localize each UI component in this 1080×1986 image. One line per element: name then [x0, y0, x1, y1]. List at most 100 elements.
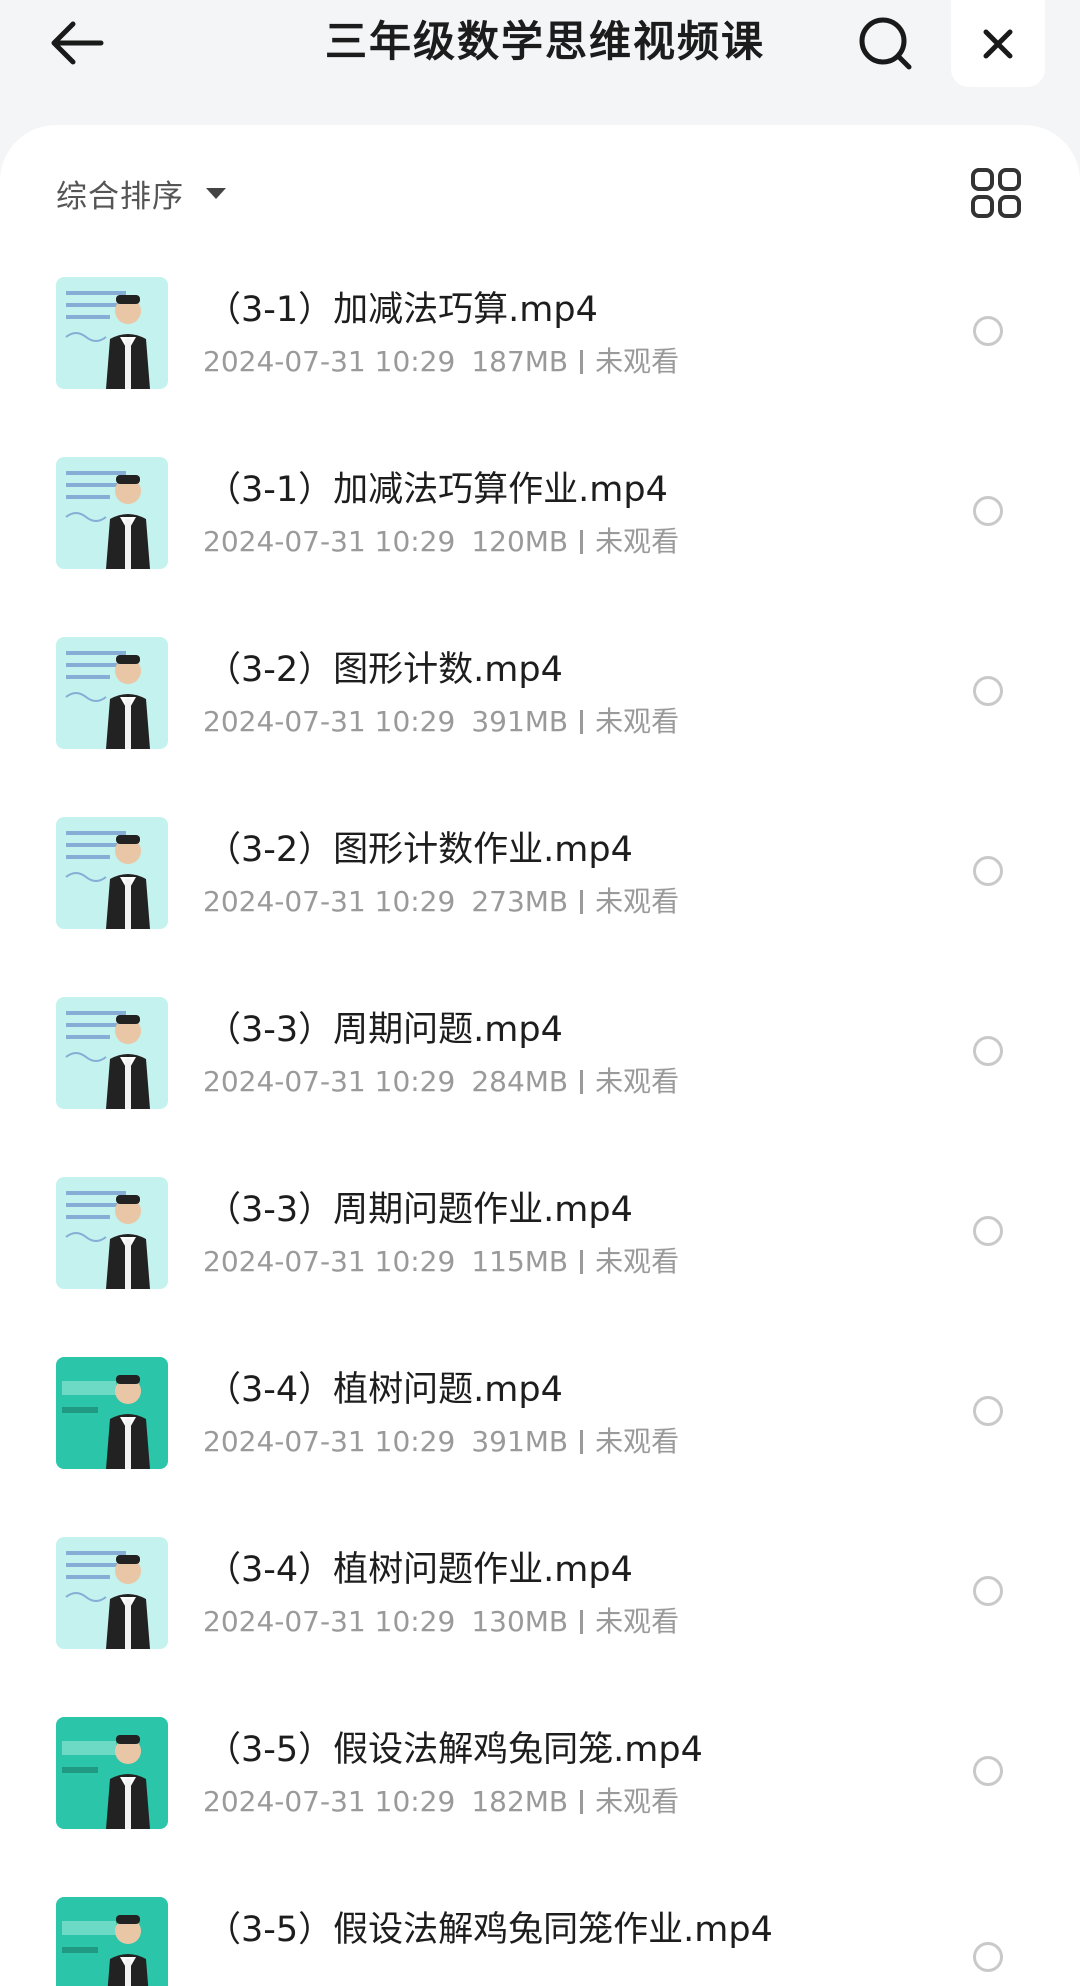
file-date: 2024-07-31 10:29	[203, 345, 456, 378]
video-thumbnail	[56, 1177, 168, 1289]
file-row[interactable]: （3-1）加减法巧算.mp4 2024-07-31 10:29 187MB 未观看	[0, 270, 1080, 450]
file-size: 120MB	[471, 525, 569, 558]
select-radio[interactable]	[973, 1216, 1003, 1246]
page-title: 三年级数学思维视频课	[324, 17, 765, 66]
file-list-card: 综合排序 （3-1）加减法巧算.mp4 2024-07-31 10:29 187MB…	[0, 125, 1080, 1986]
video-thumbnail	[56, 457, 168, 569]
watch-status: 未观看	[595, 525, 680, 558]
file-title: （3-2）图形计数.mp4	[206, 650, 563, 690]
caret-down-icon	[206, 187, 226, 199]
file-title: （3-3）周期问题.mp4	[206, 1010, 563, 1050]
file-size: 391MB	[471, 705, 569, 738]
video-thumbnail	[56, 817, 168, 929]
file-row[interactable]: （3-2）图形计数作业.mp4 2024-07-31 10:29 273MB 未观看	[0, 810, 1080, 990]
meta-divider	[580, 890, 584, 914]
file-row[interactable]: （3-3）周期问题作业.mp4 2024-07-31 10:29 115MB 未观看	[0, 1170, 1080, 1350]
file-title: （3-2）图形计数作业.mp4	[206, 830, 633, 870]
file-title: （3-1）加减法巧算作业.mp4	[206, 470, 668, 510]
meta-divider	[580, 1610, 584, 1634]
file-date: 2024-07-31 10:29	[203, 705, 456, 738]
video-thumbnail	[56, 637, 168, 749]
video-thumbnail	[56, 277, 168, 389]
select-radio[interactable]	[973, 676, 1003, 706]
file-title: （3-4）植树问题.mp4	[206, 1370, 563, 1410]
file-size: 284MB	[471, 1065, 569, 1098]
video-thumbnail	[56, 1357, 168, 1469]
video-thumbnail	[56, 1717, 168, 1829]
file-size: 130MB	[471, 1605, 569, 1638]
file-title: （3-5）假设法解鸡兔同笼.mp4	[206, 1730, 703, 1770]
file-date: 2024-07-31 10:29	[203, 1065, 456, 1098]
close-icon	[983, 29, 1013, 58]
search-button[interactable]	[850, 8, 920, 78]
file-size: 273MB	[471, 885, 569, 918]
video-thumbnail	[56, 1537, 168, 1649]
watch-status: 未观看	[595, 885, 680, 918]
file-row[interactable]: （3-5）假设法解鸡兔同笼作业.mp4	[0, 1890, 1080, 1986]
search-icon	[859, 17, 912, 70]
file-title: （3-1）加减法巧算.mp4	[206, 290, 598, 330]
select-radio[interactable]	[973, 316, 1003, 346]
close-button[interactable]	[951, 0, 1045, 87]
file-meta: 2024-07-31 10:29 391MB 未观看	[203, 1422, 679, 1462]
file-date: 2024-07-31 10:29	[203, 1605, 456, 1638]
file-size: 187MB	[471, 345, 569, 378]
watch-status: 未观看	[595, 1785, 680, 1818]
watch-status: 未观看	[595, 1245, 680, 1278]
meta-divider	[580, 1070, 584, 1094]
file-meta: 2024-07-31 10:29 130MB 未观看	[203, 1602, 679, 1642]
grid-view-button[interactable]	[968, 165, 1024, 221]
file-row[interactable]: （3-1）加减法巧算作业.mp4 2024-07-31 10:29 120MB 未观看	[0, 450, 1080, 630]
list-toolbar: 综合排序	[0, 125, 1080, 255]
select-radio[interactable]	[973, 1036, 1003, 1066]
app-screen: 三年级数学思维视频课 综合排序 （3-1）加减法巧算.mp4 2024-07-3…	[0, 0, 1080, 1986]
file-title: （3-5）假设法解鸡兔同笼作业.mp4	[206, 1910, 773, 1950]
arrow-left-icon	[51, 21, 104, 65]
file-size: 115MB	[471, 1245, 569, 1278]
meta-divider	[580, 1430, 584, 1454]
file-title: （3-3）周期问题作业.mp4	[206, 1190, 633, 1230]
meta-divider	[580, 1790, 584, 1814]
file-date: 2024-07-31 10:29	[203, 885, 456, 918]
watch-status: 未观看	[595, 345, 680, 378]
select-radio[interactable]	[973, 496, 1003, 526]
back-button[interactable]	[42, 8, 112, 78]
file-meta: 2024-07-31 10:29 187MB 未观看	[203, 342, 679, 382]
file-meta: 2024-07-31 10:29 120MB 未观看	[203, 522, 679, 562]
meta-divider	[580, 530, 584, 554]
grid-view-icon	[971, 168, 1021, 218]
file-size: 182MB	[471, 1785, 569, 1818]
watch-status: 未观看	[595, 1065, 680, 1098]
watch-status: 未观看	[595, 1425, 680, 1458]
video-thumbnail	[56, 997, 168, 1109]
file-meta: 2024-07-31 10:29 391MB 未观看	[203, 702, 679, 742]
file-row[interactable]: （3-3）周期问题.mp4 2024-07-31 10:29 284MB 未观看	[0, 990, 1080, 1170]
select-radio[interactable]	[973, 1942, 1003, 1972]
file-row[interactable]: （3-4）植树问题.mp4 2024-07-31 10:29 391MB 未观看	[0, 1350, 1080, 1530]
video-file-list: （3-1）加减法巧算.mp4 2024-07-31 10:29 187MB 未观看 （3…	[0, 270, 1080, 1986]
file-meta: 2024-07-31 10:29 273MB 未观看	[203, 882, 679, 922]
meta-divider	[580, 350, 584, 374]
meta-divider	[580, 710, 584, 734]
file-size: 391MB	[471, 1425, 569, 1458]
header-bar: 三年级数学思维视频课	[0, 0, 1080, 125]
file-meta: 2024-07-31 10:29 182MB 未观看	[203, 1782, 679, 1822]
file-row[interactable]: （3-5）假设法解鸡兔同笼.mp4 2024-07-31 10:29 182MB 未观…	[0, 1710, 1080, 1890]
meta-divider	[580, 1250, 584, 1274]
file-date: 2024-07-31 10:29	[203, 1245, 456, 1278]
file-date: 2024-07-31 10:29	[203, 525, 456, 558]
watch-status: 未观看	[595, 705, 680, 738]
select-radio[interactable]	[973, 1756, 1003, 1786]
watch-status: 未观看	[595, 1605, 680, 1638]
select-radio[interactable]	[973, 1576, 1003, 1606]
file-row[interactable]: （3-2）图形计数.mp4 2024-07-31 10:29 391MB 未观看	[0, 630, 1080, 810]
file-meta: 2024-07-31 10:29 284MB 未观看	[203, 1062, 679, 1102]
file-title: （3-4）植树问题作业.mp4	[206, 1550, 633, 1590]
file-row[interactable]: （3-4）植树问题作业.mp4 2024-07-31 10:29 130MB 未观看	[0, 1530, 1080, 1710]
select-radio[interactable]	[973, 1396, 1003, 1426]
video-thumbnail	[56, 1897, 168, 1986]
sort-label: 综合排序	[56, 178, 184, 215]
sort-dropdown[interactable]: 综合排序	[56, 165, 226, 221]
file-meta: 2024-07-31 10:29 115MB 未观看	[203, 1242, 679, 1282]
select-radio[interactable]	[973, 856, 1003, 886]
